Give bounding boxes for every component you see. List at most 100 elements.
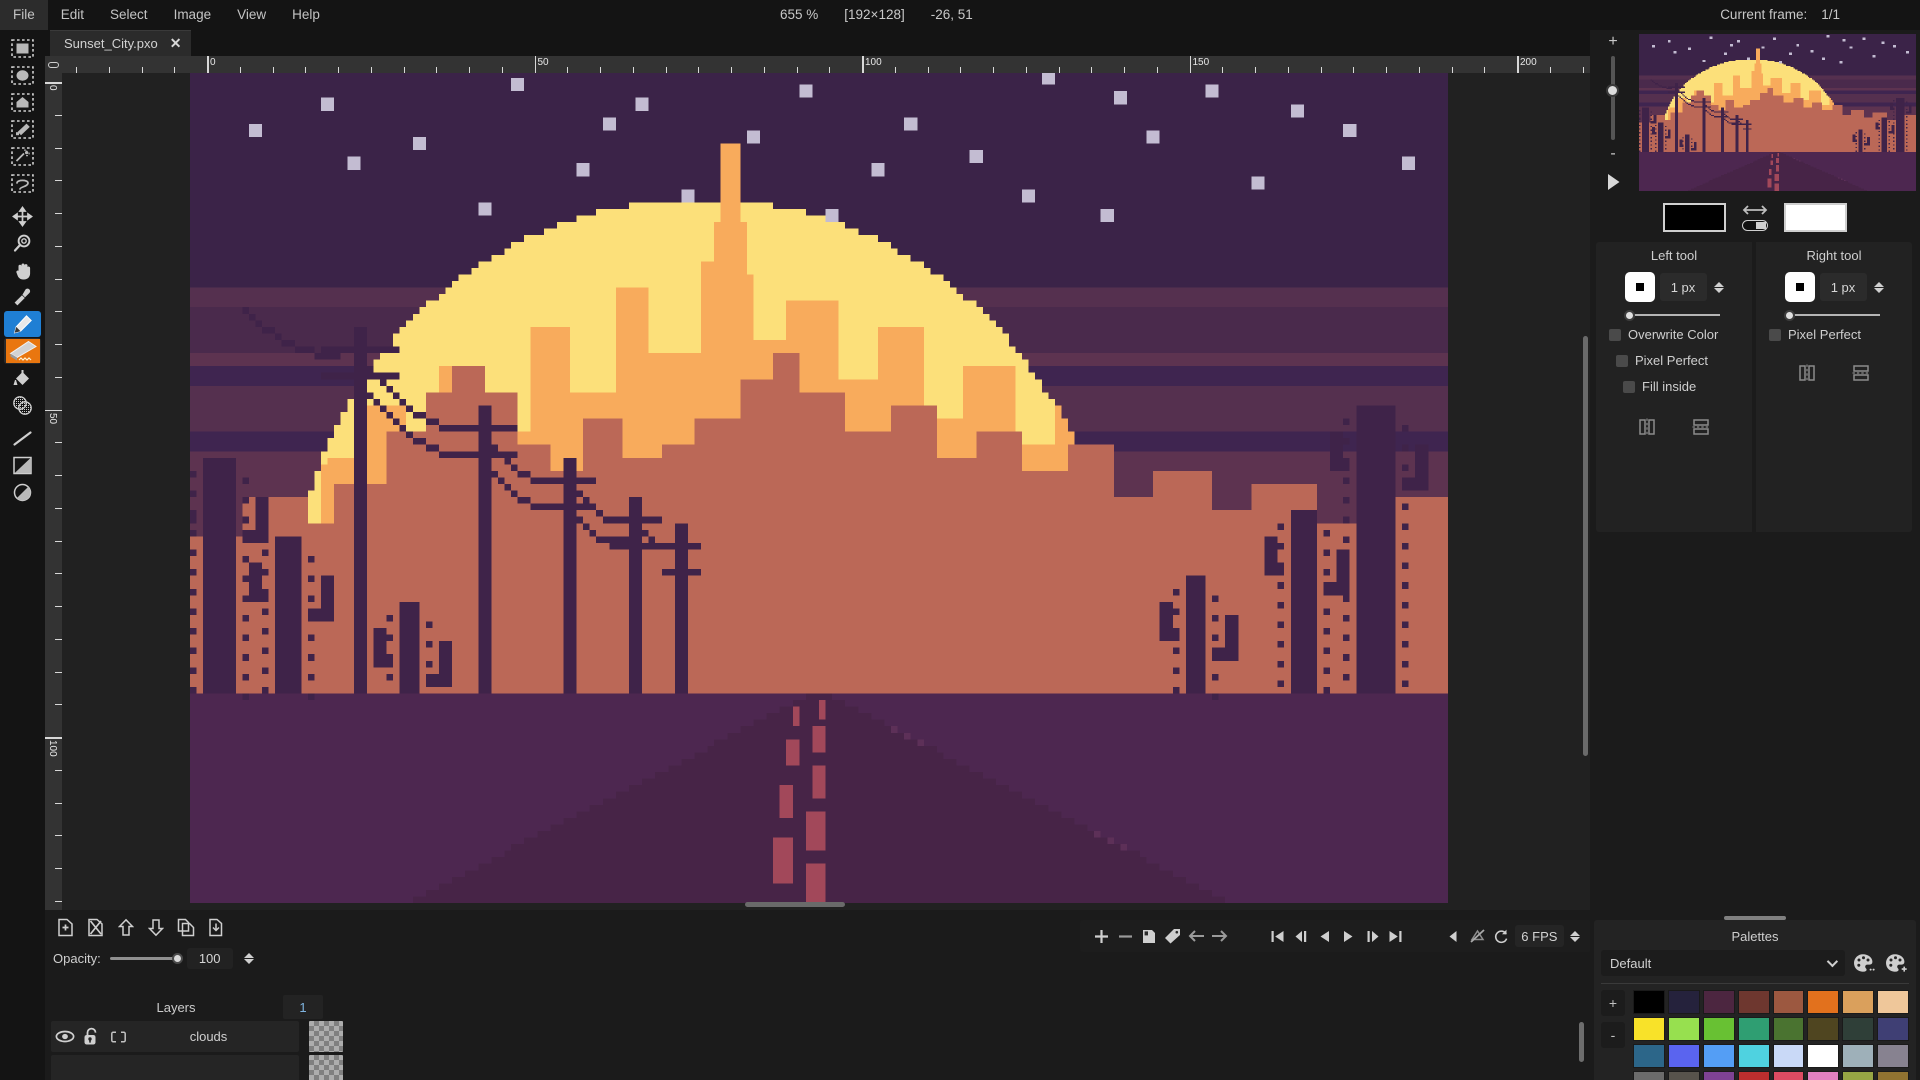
palette-swatch[interactable] <box>1773 1017 1805 1041</box>
chevron-down-icon[interactable] <box>244 959 254 964</box>
chevron-down-icon[interactable] <box>1714 288 1724 293</box>
layer-thumbnail[interactable] <box>309 1021 343 1052</box>
palette-swatch[interactable] <box>1633 1017 1665 1041</box>
canvas-viewport[interactable]: 050100150200 050100 <box>45 56 1590 910</box>
checkbox[interactable] <box>1623 381 1635 393</box>
right-pixel-perfect-option[interactable]: Pixel Perfect <box>1769 327 1912 342</box>
palette-swatch[interactable] <box>1877 1071 1909 1080</box>
play-backwards-button[interactable] <box>1315 925 1335 948</box>
palette-dropdown[interactable]: Default <box>1601 950 1845 976</box>
secondary-color-swatch[interactable] <box>1784 203 1847 232</box>
palette-swatch[interactable] <box>1703 990 1735 1014</box>
polygon-select-tool[interactable] <box>4 89 41 115</box>
play-forward-button[interactable] <box>1339 925 1359 948</box>
left-brush-size-slider[interactable] <box>1628 314 1720 316</box>
palette-swatch[interactable] <box>1703 1044 1735 1068</box>
document-tab[interactable]: Sunset_City.pxo ✕ <box>50 30 191 56</box>
left-overwrite-color-option[interactable]: Overwrite Color <box>1609 327 1752 342</box>
layer-thumbnail[interactable] <box>309 1055 343 1080</box>
menu-item-file[interactable]: File <box>0 0 48 30</box>
palette-swatch[interactable] <box>1842 990 1874 1014</box>
opacity-value[interactable]: 100 <box>187 948 233 969</box>
menu-item-help[interactable]: Help <box>279 0 333 30</box>
color-select-tool[interactable] <box>4 116 41 142</box>
loop-mode-button[interactable] <box>1491 925 1511 948</box>
palette-new-icon[interactable] <box>1883 950 1909 976</box>
go-to-last-frame-button[interactable] <box>1386 925 1406 948</box>
left-brush-size[interactable]: 1 px <box>1660 273 1707 301</box>
add-frame-button[interactable] <box>1092 925 1112 948</box>
palette-swatch[interactable] <box>1703 1017 1735 1041</box>
table-row[interactable] <box>51 1055 299 1080</box>
right-brush-size[interactable]: 1 px <box>1820 273 1867 301</box>
left-brush-preview[interactable] <box>1625 272 1655 302</box>
color-mode-toggle[interactable] <box>1742 220 1768 231</box>
right-brush-preview[interactable] <box>1785 272 1815 302</box>
pencil-tool[interactable] <box>4 311 41 337</box>
add-layer-button[interactable] <box>53 915 78 940</box>
move-frame-right-button[interactable] <box>1210 925 1230 948</box>
preview-zoom-slider[interactable] <box>1611 56 1615 140</box>
palette-swatch[interactable] <box>1773 1071 1805 1080</box>
palette-swatch[interactable] <box>1738 1017 1770 1041</box>
palette-swatch-grid[interactable] <box>1633 990 1909 1080</box>
eraser-tool[interactable] <box>4 338 41 364</box>
palette-swatch[interactable] <box>1703 1071 1735 1080</box>
close-icon[interactable]: ✕ <box>170 35 182 52</box>
move-tool[interactable] <box>4 203 41 229</box>
left-pixel-perfect-option[interactable]: Pixel Perfect <box>1609 353 1752 368</box>
palette-swatch[interactable] <box>1773 1044 1805 1068</box>
palette-swatch[interactable] <box>1633 1044 1665 1068</box>
magic-wand-tool[interactable] <box>4 143 41 169</box>
lasso-select-tool[interactable] <box>4 170 41 196</box>
palette-swatch[interactable] <box>1877 990 1909 1014</box>
palette-swatch[interactable] <box>1633 1071 1665 1080</box>
chevron-down-icon[interactable] <box>1570 937 1580 942</box>
layers-vertical-scrollbar[interactable] <box>1579 1022 1584 1062</box>
shading-tool[interactable] <box>4 392 41 418</box>
zoom-tool[interactable] <box>4 230 41 256</box>
add-color-button[interactable]: + <box>1601 990 1625 1016</box>
clone-frame-button[interactable] <box>1139 925 1159 948</box>
artwork-preview[interactable] <box>1639 34 1916 191</box>
paint-bucket-tool[interactable] <box>4 365 41 391</box>
unlocked-padlock-icon[interactable] <box>78 1021 105 1052</box>
panel-resize-grip[interactable] <box>1724 916 1786 920</box>
horizontal-ruler[interactable]: 050100150200 <box>62 56 1590 73</box>
palette-swatch[interactable] <box>1738 1071 1770 1080</box>
mirror-h-icon[interactable] <box>1796 362 1818 384</box>
frame-column-header[interactable]: 1 <box>283 995 323 1019</box>
menu-item-edit[interactable]: Edit <box>48 0 97 30</box>
menu-item-view[interactable]: View <box>224 0 279 30</box>
clone-layer-button[interactable] <box>173 915 198 940</box>
primary-color-swatch[interactable] <box>1663 203 1726 232</box>
mirror-v-icon[interactable] <box>1850 362 1872 384</box>
palette-swatch[interactable] <box>1877 1044 1909 1068</box>
palette-swatch[interactable] <box>1842 1071 1874 1080</box>
canvas-scroll-container[interactable] <box>62 73 1590 910</box>
fps-stepper[interactable] <box>1570 931 1580 942</box>
move-layer-down-button[interactable] <box>143 915 168 940</box>
opacity-stepper[interactable] <box>244 953 254 964</box>
remove-color-button[interactable]: - <box>1601 1022 1625 1048</box>
canvas-horizontal-scrollbar[interactable] <box>745 902 845 907</box>
palette-swatch[interactable] <box>1842 1017 1874 1041</box>
right-brush-size-stepper[interactable] <box>1874 282 1884 293</box>
go-to-first-frame-button[interactable] <box>1268 925 1288 948</box>
palette-swatch[interactable] <box>1668 1044 1700 1068</box>
link-icon[interactable] <box>105 1021 132 1052</box>
checkbox[interactable] <box>1769 329 1781 341</box>
move-layer-up-button[interactable] <box>113 915 138 940</box>
artwork-canvas[interactable] <box>190 73 1448 903</box>
ellipse-select-tool[interactable] <box>4 62 41 88</box>
menu-item-select[interactable]: Select <box>97 0 161 30</box>
opacity-slider-knob[interactable] <box>172 953 183 964</box>
rectangle-tool[interactable] <box>4 452 41 478</box>
palette-swatch[interactable] <box>1877 1017 1909 1041</box>
checkbox[interactable] <box>1616 355 1628 367</box>
move-frame-left-button[interactable] <box>1186 925 1206 948</box>
eye-icon[interactable] <box>51 1021 78 1052</box>
right-brush-size-slider-knob[interactable] <box>1784 310 1795 321</box>
layer-name[interactable]: clouds <box>132 1029 299 1044</box>
previous-frame-button[interactable] <box>1292 925 1312 948</box>
